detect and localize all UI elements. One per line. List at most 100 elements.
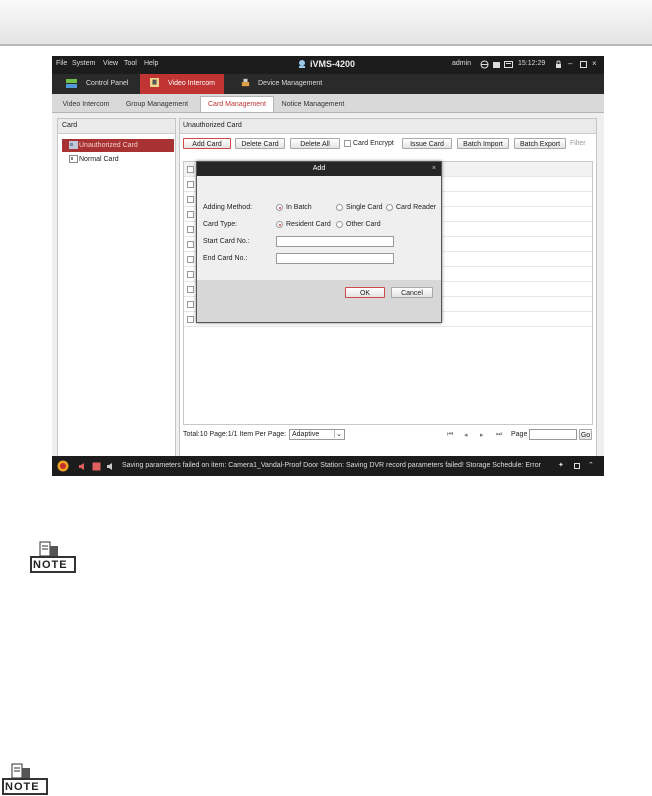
row-checkbox[interactable]	[187, 316, 194, 323]
first-page-icon[interactable]: ⏮	[447, 431, 453, 439]
next-page-icon[interactable]: ▸	[480, 431, 484, 439]
row-checkbox[interactable]	[187, 181, 194, 188]
batch-export-button[interactable]: Batch Export	[514, 138, 566, 149]
page-number-input[interactable]	[529, 429, 577, 440]
page-label: Page	[511, 431, 528, 438]
filter-link[interactable]: Filter	[570, 140, 586, 147]
card-reader-radio[interactable]	[386, 204, 393, 211]
tab-group-management[interactable]: Group Management	[122, 97, 192, 112]
page-summary: Total:10 Page:1/1 Item Per Page:	[183, 431, 287, 438]
chevron-down-icon: ⌄	[334, 430, 343, 438]
other-card-label: Other Card	[346, 221, 381, 228]
in-batch-radio[interactable]	[276, 204, 283, 211]
minimize-icon[interactable]: –	[568, 59, 572, 68]
tab-video-intercom[interactable]: Video Intercom	[56, 97, 116, 112]
prev-page-icon[interactable]: ◂	[464, 431, 468, 439]
clock: 15:12:29	[518, 60, 546, 67]
keyboard-icon[interactable]	[504, 60, 513, 69]
row-checkbox[interactable]	[187, 286, 194, 293]
batch-import-button[interactable]: Batch Import	[457, 138, 509, 149]
tree-item-unauthorized-card[interactable]: Unauthorized Card	[62, 139, 174, 152]
device-management-icon	[241, 78, 250, 87]
single-card-radio[interactable]	[336, 204, 343, 211]
module-control-panel[interactable]: Control Panel	[58, 74, 138, 94]
select-all-checkbox[interactable]	[187, 166, 194, 173]
row-checkbox[interactable]	[187, 256, 194, 263]
lock-icon[interactable]	[555, 60, 562, 69]
alarm-sound-icon[interactable]	[78, 462, 87, 471]
video-intercom-icon	[150, 78, 159, 87]
card-tree-panel: Card Unauthorized Card Normal Card	[57, 118, 176, 458]
control-panel-icon	[66, 79, 77, 88]
app-logo-icon	[299, 60, 305, 68]
other-card-radio[interactable]	[336, 221, 343, 228]
username: admin	[452, 60, 472, 67]
resident-card-label: Resident Card	[286, 221, 331, 228]
dialog-close-icon[interactable]: ×	[432, 162, 436, 176]
note-label: NOTE	[33, 559, 68, 571]
delete-card-button[interactable]: Delete Card	[235, 138, 285, 149]
card-list-header: Unauthorized Card	[180, 119, 596, 134]
globe-icon[interactable]	[480, 60, 489, 69]
tab-notice-management[interactable]: Notice Management	[276, 97, 350, 112]
lock-screen-icon[interactable]	[492, 60, 501, 69]
alarm-icon[interactable]	[57, 460, 69, 472]
card-type-label: Card Type:	[203, 221, 238, 228]
cancel-button[interactable]: Cancel	[391, 287, 433, 298]
dialog-footer: OK Cancel	[197, 280, 441, 322]
close-icon[interactable]: ×	[592, 59, 597, 68]
maximize-icon[interactable]	[580, 61, 587, 68]
row-checkbox[interactable]	[187, 226, 194, 233]
card-icon	[69, 141, 78, 149]
page-header-band	[0, 0, 652, 46]
card-reader-label: Card Reader	[396, 204, 437, 211]
speaker-icon[interactable]	[106, 462, 116, 471]
tab-bar: Video Intercom Group Management Card Man…	[52, 94, 604, 113]
menu-view[interactable]: View	[103, 60, 118, 67]
row-checkbox[interactable]	[187, 211, 194, 218]
menu-file[interactable]: File	[56, 60, 67, 67]
row-checkbox[interactable]	[187, 271, 194, 278]
end-card-no-label: End Card No.:	[203, 255, 248, 262]
note-label: NOTE	[5, 781, 40, 793]
last-page-icon[interactable]: ⏭	[496, 431, 502, 439]
tab-card-management[interactable]: Card Management	[200, 96, 274, 112]
single-card-label: Single Card	[346, 204, 383, 211]
menu-bar: File System View Tool Help iVMS-4200 adm…	[52, 56, 604, 74]
start-card-no-input[interactable]	[276, 236, 394, 247]
card-icon	[69, 155, 78, 163]
adding-method-label: Adding Method:	[203, 204, 253, 211]
app-title: iVMS-4200	[310, 59, 356, 69]
row-checkbox[interactable]	[187, 301, 194, 308]
event-list-icon[interactable]	[92, 462, 101, 471]
pagination-bar: Total:10 Page:1/1 Item Per Page: Adaptiv…	[183, 429, 593, 443]
module-video-intercom[interactable]: Video Intercom	[140, 74, 224, 94]
card-encrypt-checkbox[interactable]	[344, 140, 351, 147]
menu-help[interactable]: Help	[144, 60, 158, 67]
add-card-dialog: Add × Adding Method: In Batch Single Car…	[196, 161, 442, 323]
menu-tool[interactable]: Tool	[124, 60, 137, 67]
menu-system[interactable]: System	[72, 60, 95, 67]
end-card-no-input[interactable]	[276, 253, 394, 264]
status-message: Saving parameters failed on item: Camera…	[122, 462, 542, 469]
card-tree-header: Card	[58, 119, 175, 134]
pin-icon[interactable]: ✦	[558, 456, 564, 476]
items-per-page-select[interactable]: Adaptive ⌄	[289, 429, 345, 440]
go-button[interactable]: Go	[579, 429, 592, 440]
dialog-title-bar: Add ×	[197, 162, 441, 176]
delete-all-button[interactable]: Delete All	[290, 138, 340, 149]
ok-button[interactable]: OK	[345, 287, 385, 298]
resident-card-radio[interactable]	[276, 221, 283, 228]
row-checkbox[interactable]	[187, 241, 194, 248]
module-bar: Control Panel Video Intercom Device Mana…	[52, 74, 604, 94]
add-card-button[interactable]: Add Card	[183, 138, 231, 149]
expand-up-icon[interactable]: ⌃	[588, 456, 594, 476]
window-icon[interactable]	[574, 463, 580, 469]
issue-card-button[interactable]: Issue Card	[402, 138, 452, 149]
tree-item-normal-card[interactable]: Normal Card	[62, 153, 174, 166]
module-device-management[interactable]: Device Management	[228, 74, 328, 94]
status-bar: Saving parameters failed on item: Camera…	[52, 456, 604, 476]
row-checkbox[interactable]	[187, 196, 194, 203]
card-encrypt-label: Card Encrypt	[353, 140, 394, 147]
in-batch-label: In Batch	[286, 204, 312, 211]
